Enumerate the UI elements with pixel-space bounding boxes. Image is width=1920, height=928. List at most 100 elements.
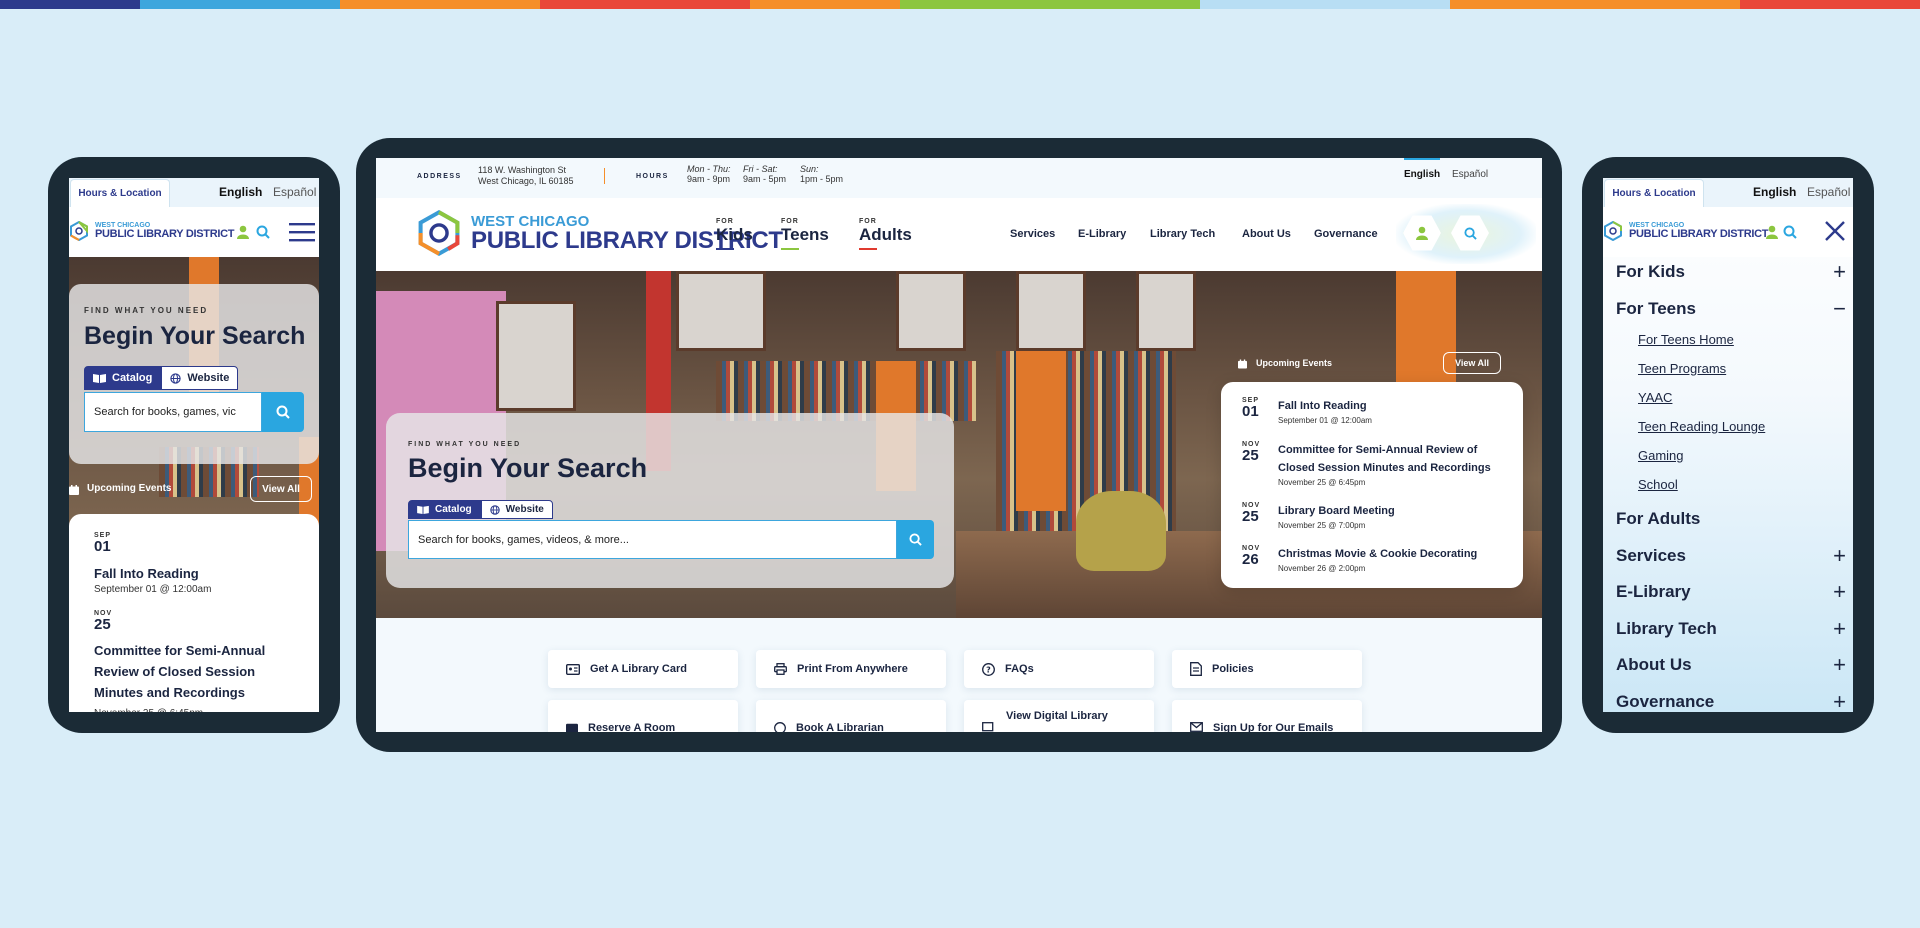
event-date: NOV 26	[1242, 545, 1260, 567]
quick-link-book-librarian[interactable]: Book A Librarian	[756, 700, 946, 732]
event-title-line: Committee for Semi-Annual	[94, 643, 266, 658]
submenu-link[interactable]: Gaming	[1638, 448, 1684, 463]
account-icon	[1416, 226, 1428, 240]
stripe-segment	[140, 0, 340, 9]
event-when: September 01 @ 12:00am	[1278, 416, 1372, 425]
stripe-segment	[1740, 0, 1920, 9]
lang-english[interactable]: English	[219, 185, 262, 199]
stripe-segment	[340, 0, 540, 9]
quick-link-faqs[interactable]: ? FAQs	[964, 650, 1154, 688]
view-all-button[interactable]: View All	[1443, 352, 1501, 374]
question-circle-icon: ?	[982, 662, 995, 676]
quick-link-reserve-room[interactable]: Reserve A Room	[548, 700, 738, 732]
logo-mark-icon	[418, 210, 460, 256]
nav-e-library[interactable]: E-Library	[1078, 228, 1126, 240]
hours-time: 9am - 5pm	[743, 174, 787, 184]
submenu-link[interactable]: YAAC	[1638, 390, 1672, 405]
menu-item-for-teens[interactable]: For Teens −	[1616, 296, 1846, 323]
tab-website[interactable]: Website	[161, 366, 239, 390]
lang-spanish[interactable]: Español	[1452, 169, 1488, 180]
event-when: November 25 @ 6:45pm	[1278, 478, 1366, 487]
event-title[interactable]: Fall Into Reading	[1278, 398, 1367, 415]
menu-item-about-us[interactable]: About Us +	[1616, 652, 1846, 679]
nav-for-kids[interactable]: FOR Kids	[716, 218, 753, 250]
devices-icon	[982, 722, 994, 732]
search-input[interactable]: Search for books, games, videos, & more.…	[408, 520, 897, 559]
menu-item-for-adults[interactable]: For Adults	[1616, 509, 1846, 533]
event-day: 01	[1242, 403, 1259, 420]
menu-item-e-library[interactable]: E-Library +	[1616, 579, 1846, 606]
info-divider	[604, 168, 605, 184]
logo-mark-icon	[70, 221, 88, 241]
nav-for-teens[interactable]: FOR Teens	[781, 218, 829, 250]
left-phone: Hours & Location English Español WEST CH…	[48, 157, 340, 733]
right-phone: Hours & Location English Español WEST CH…	[1582, 157, 1874, 733]
menu-item-for-kids[interactable]: For Kids +	[1616, 259, 1846, 286]
submenu-link[interactable]: School	[1638, 477, 1678, 492]
search-heading: Begin Your Search	[408, 453, 648, 483]
view-all-button[interactable]: View All	[250, 476, 312, 502]
tab-catalog[interactable]: Catalog	[408, 500, 481, 519]
quick-link-label: Reserve A Room	[588, 722, 676, 732]
tab-website[interactable]: Website	[480, 500, 553, 519]
event-title[interactable]: Committee for Semi-Annual Review of Clos…	[94, 640, 314, 703]
mobile-search-panel: FIND WHAT YOU NEED Begin Your Search Cat…	[69, 284, 319, 464]
nav-library-tech[interactable]: Library Tech	[1150, 228, 1215, 240]
event-date: SEP 01	[94, 532, 111, 554]
event-title[interactable]: Christmas Movie & Cookie Decorating	[1278, 546, 1477, 563]
search-heading: Begin Your Search	[84, 322, 306, 350]
event-when: September 01 @ 12:00am	[94, 584, 212, 595]
search-input[interactable]: Search for books, games, vic	[84, 392, 262, 432]
nav-services[interactable]: Services	[1010, 228, 1055, 240]
event-title[interactable]: Fall Into Reading	[94, 564, 199, 584]
nav-governance[interactable]: Governance	[1314, 228, 1378, 240]
event-date: NOV 25	[1242, 441, 1260, 463]
mobile-header: WEST CHICAGO PUBLIC LIBRARY DISTRICT	[69, 207, 319, 257]
lang-english[interactable]: English	[1753, 185, 1796, 199]
search-icon[interactable]	[256, 225, 270, 239]
lang-english[interactable]: English	[1404, 169, 1440, 180]
menu-item-governance[interactable]: Governance +	[1616, 689, 1846, 712]
svg-text:?: ?	[986, 665, 991, 674]
submenu-link[interactable]: For Teens Home	[1638, 332, 1734, 347]
account-icon[interactable]	[237, 225, 249, 239]
quick-link-library-card[interactable]: Get A Library Card	[548, 650, 738, 688]
search-submit-button[interactable]	[897, 520, 934, 559]
close-icon[interactable]	[1825, 221, 1845, 241]
search-icon[interactable]	[1783, 225, 1797, 239]
hours-location-tab[interactable]: Hours & Location	[70, 179, 170, 207]
quick-link-print[interactable]: Print From Anywhere	[756, 650, 946, 688]
nav-about-us[interactable]: About Us	[1242, 228, 1291, 240]
site-logo[interactable]: WEST CHICAGO PUBLIC LIBRARY DISTRICT	[1603, 221, 1768, 241]
quick-link-digital-library[interactable]: View Digital Library	[964, 700, 1154, 732]
menu-item-label: Governance	[1616, 692, 1715, 711]
nav-for-adults[interactable]: FOR Adults	[859, 218, 912, 250]
calendar-icon	[69, 485, 79, 495]
info-row: ADDRESS 118 W. Washington St West Chicag…	[376, 158, 1542, 198]
event-title[interactable]: Library Board Meeting	[1278, 503, 1395, 520]
expand-icon: +	[1833, 579, 1846, 604]
lang-spanish[interactable]: Español	[273, 185, 316, 199]
quick-link-label: Print From Anywhere	[797, 663, 908, 675]
submenu-link[interactable]: Teen Reading Lounge	[1638, 419, 1765, 434]
site-logo[interactable]: WEST CHICAGO PUBLIC LIBRARY DISTRICT	[69, 221, 234, 241]
logo-big-text: PUBLIC LIBRARY DISTRICT	[1629, 228, 1769, 240]
menu-item-library-tech[interactable]: Library Tech +	[1616, 616, 1846, 643]
address-label: ADDRESS	[417, 173, 462, 180]
hamburger-menu-icon[interactable]	[289, 223, 315, 242]
expand-icon: +	[1833, 689, 1846, 712]
quick-link-label: Sign Up for Our Emails	[1213, 722, 1334, 732]
menu-item-label: Services	[1616, 546, 1686, 565]
submenu-link[interactable]: Teen Programs	[1638, 361, 1726, 376]
hours-location-tab[interactable]: Hours & Location	[1604, 179, 1704, 207]
tab-catalog[interactable]: Catalog	[84, 366, 162, 390]
tablet-screen: ADDRESS 118 W. Washington St West Chicag…	[376, 158, 1542, 732]
lang-spanish[interactable]: Español	[1807, 185, 1850, 199]
event-title[interactable]: Committee for Semi-Annual Review of Clos…	[1278, 441, 1510, 477]
quick-link-policies[interactable]: Policies	[1172, 650, 1362, 688]
menu-item-services[interactable]: Services +	[1616, 543, 1846, 570]
quick-link-emails[interactable]: Sign Up for Our Emails	[1172, 700, 1362, 732]
search-submit-button[interactable]	[262, 392, 304, 432]
menu-item-label: For Kids	[1616, 262, 1685, 281]
account-icon[interactable]	[1766, 225, 1778, 239]
